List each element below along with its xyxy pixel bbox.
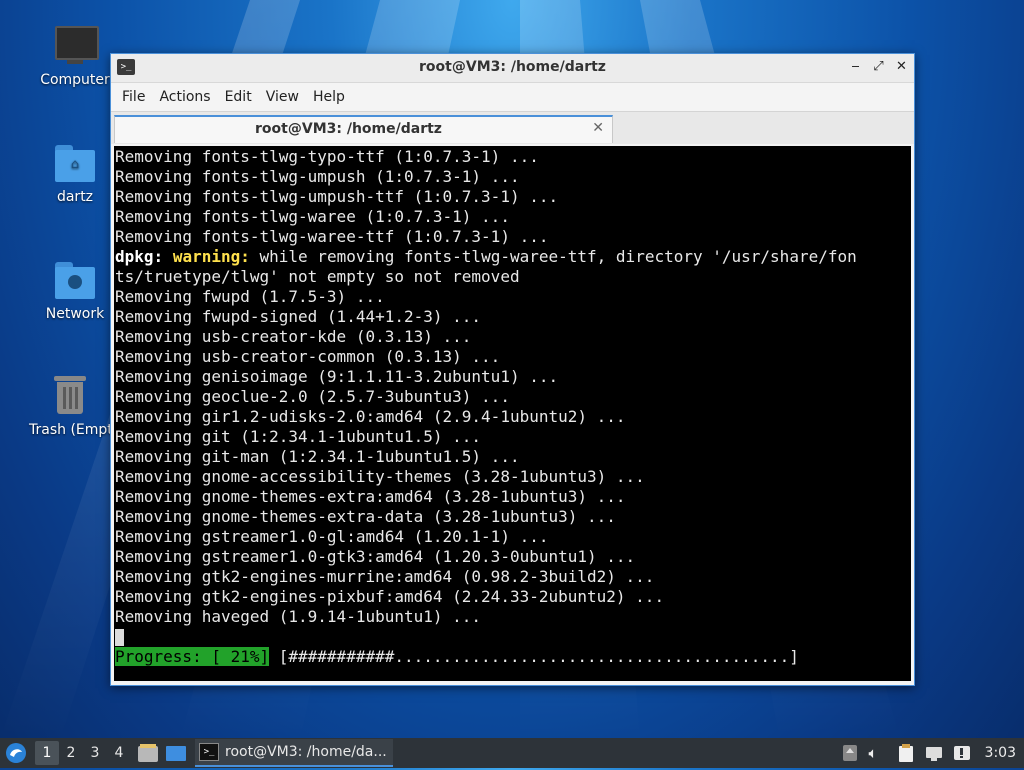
workspace-3[interactable]: 3 bbox=[83, 741, 107, 765]
minimize-icon[interactable]: ‒ bbox=[849, 59, 862, 75]
progress-label: Progress: [ 21%] bbox=[115, 647, 270, 666]
terminal-line: Removing git (1:2.34.1-1ubuntu1.5) ... bbox=[115, 427, 482, 446]
terminal-line: Removing gnome-themes-extra:amd64 (3.28-… bbox=[115, 487, 626, 506]
terminal-output[interactable]: Removing fonts-tlwg-typo-ttf (1:0.7.3-1)… bbox=[114, 146, 911, 681]
terminal-line: Removing haveged (1.9.14-1ubuntu1) ... bbox=[115, 607, 482, 626]
terminal-icon: >_ bbox=[199, 743, 219, 761]
eject-icon[interactable] bbox=[841, 744, 859, 762]
terminal-line: Removing gtk2-engines-pixbuf:amd64 (2.24… bbox=[115, 587, 665, 606]
terminal-window: >_ root@VM3: /home/dartz ‒ ⤢ ✕ File Acti… bbox=[110, 53, 915, 686]
close-icon[interactable]: ✕ bbox=[895, 59, 908, 75]
desktop-icon-trash[interactable]: Trash (Empty) bbox=[25, 374, 115, 438]
terminal-line: Removing fonts-tlwg-typo-ttf (1:0.7.3-1)… bbox=[115, 147, 539, 166]
terminal-warning-continuation: ts/truetype/tlwg' not empty so not remov… bbox=[115, 267, 520, 286]
terminal-line: Removing fwupd (1.7.5-3) ... bbox=[115, 287, 385, 306]
tab-terminal[interactable]: root@VM3: /home/dartz ✕ bbox=[114, 115, 613, 143]
taskbar-terminal-button[interactable]: >_ root@VM3: /home/da... bbox=[195, 739, 393, 767]
home-folder-icon: ⌂ bbox=[53, 141, 97, 185]
network-connection-icon[interactable] bbox=[925, 744, 943, 762]
terminal-line: Removing usb-creator-kde (0.3.13) ... bbox=[115, 327, 472, 346]
progress-bar-text: [###########............................… bbox=[269, 647, 799, 666]
window-titlebar[interactable]: >_ root@VM3: /home/dartz ‒ ⤢ ✕ bbox=[111, 54, 914, 83]
terminal-line: Removing gstreamer1.0-gl:amd64 (1.20.1-1… bbox=[115, 527, 549, 546]
workspace-4[interactable]: 4 bbox=[107, 741, 131, 765]
window-title: root@VM3: /home/dartz bbox=[419, 59, 606, 75]
terminal-line: Removing gstreamer1.0-gtk3:amd64 (1.20.3… bbox=[115, 547, 636, 566]
terminal-line: Removing fonts-tlwg-umpush-ttf (1:0.7.3-… bbox=[115, 187, 559, 206]
terminal-cursor-line bbox=[115, 627, 857, 647]
terminal-line: Removing gnome-themes-extra-data (3.28-1… bbox=[115, 507, 616, 526]
terminal-line: Removing gir1.2-udisks-2.0:amd64 (2.9.4-… bbox=[115, 407, 626, 426]
terminal-progress-line: Progress: [ 21%] [###########...........… bbox=[115, 647, 857, 667]
clipboard-icon[interactable] bbox=[897, 744, 915, 762]
terminal-line: Removing fonts-tlwg-umpush (1:0.7.3-1) .… bbox=[115, 167, 520, 186]
tab-close-icon[interactable]: ✕ bbox=[592, 120, 604, 136]
terminal-line: Removing geoclue-2.0 (2.5.7-3ubuntu3) ..… bbox=[115, 387, 510, 406]
start-menu-icon[interactable] bbox=[3, 740, 29, 766]
menu-actions[interactable]: Actions bbox=[152, 89, 217, 105]
menu-file[interactable]: File bbox=[115, 89, 152, 105]
terminal-line: Removing usb-creator-common (0.3.13) ... bbox=[115, 347, 501, 366]
trash-icon bbox=[48, 374, 92, 418]
terminal-line: Removing fonts-tlwg-waree-ttf (1:0.7.3-1… bbox=[115, 227, 549, 246]
menu-edit[interactable]: Edit bbox=[218, 89, 259, 105]
desktop-icon-label: Trash (Empty) bbox=[29, 422, 115, 438]
network-folder-icon bbox=[53, 258, 97, 302]
menu-bar: File Actions Edit View Help bbox=[111, 83, 914, 111]
warning-keyword: warning: bbox=[172, 247, 250, 266]
menu-view[interactable]: View bbox=[259, 89, 306, 105]
terminal-line: Removing genisoimage (9:1.1.11-3.2ubuntu… bbox=[115, 367, 559, 386]
menu-help[interactable]: Help bbox=[306, 89, 352, 105]
terminal-cursor bbox=[115, 629, 124, 646]
show-desktop-icon[interactable] bbox=[165, 742, 187, 764]
maximize-icon[interactable]: ⤢ bbox=[872, 59, 885, 75]
tab-title: root@VM3: /home/dartz bbox=[255, 121, 442, 137]
terminal-line: Removing gnome-accessibility-themes (3.2… bbox=[115, 467, 645, 486]
terminal-warning-line: dpkg: warning: while removing fonts-tlwg… bbox=[115, 247, 857, 267]
taskbar: 1 2 3 4 >_ root@VM3: /home/da... 🔈︎ 3:03 bbox=[0, 738, 1024, 768]
clock[interactable]: 3:03 bbox=[985, 745, 1016, 761]
workspace-2[interactable]: 2 bbox=[59, 741, 83, 765]
terminal-line: Removing fonts-tlwg-waree (1:0.7.3-1) ..… bbox=[115, 207, 510, 226]
computer-icon bbox=[53, 24, 99, 68]
terminal-line: Removing fwupd-signed (1.44+1.2-3) ... bbox=[115, 307, 482, 326]
warning-text: while removing fonts-tlwg-waree-ttf, dir… bbox=[249, 247, 857, 266]
volume-icon[interactable]: 🔈︎ bbox=[869, 744, 887, 762]
taskbar-task-title: root@VM3: /home/da... bbox=[225, 744, 387, 760]
terminal-line: Removing gtk2-engines-murrine:amd64 (0.9… bbox=[115, 567, 655, 586]
workspace-1[interactable]: 1 bbox=[35, 741, 59, 765]
warning-prefix: dpkg: bbox=[115, 247, 164, 266]
terminal-line: Removing git-man (1:2.34.1-1ubuntu1.5) .… bbox=[115, 447, 520, 466]
file-manager-icon[interactable] bbox=[137, 742, 159, 764]
notification-icon[interactable] bbox=[953, 744, 971, 762]
tab-bar: root@VM3: /home/dartz ✕ bbox=[111, 111, 914, 144]
